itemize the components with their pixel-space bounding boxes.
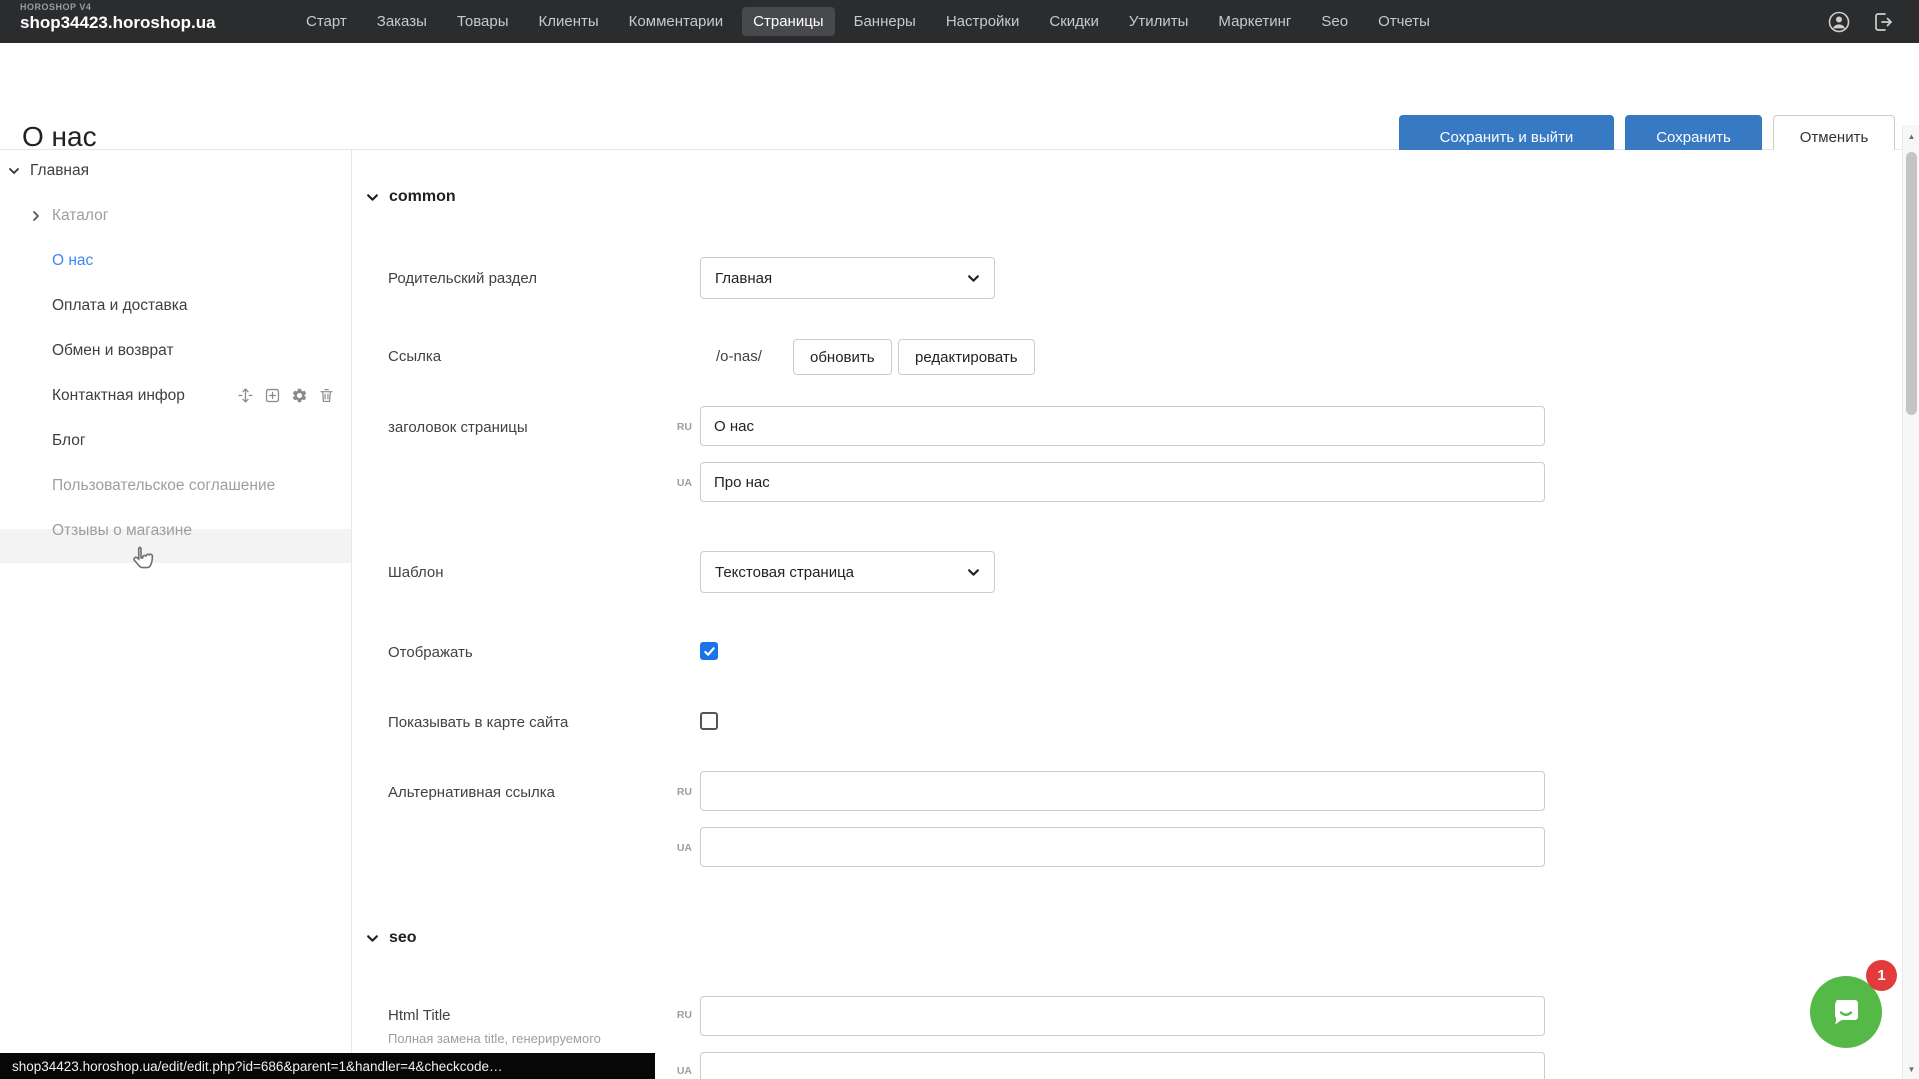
tree-row-actions (237, 387, 335, 404)
lang-badge-ru: RU (666, 421, 692, 433)
lang-badge-ru: RU (666, 1009, 692, 1021)
sidebar-item-kontaktnaya[interactable]: Контактная инфор (52, 381, 185, 411)
logout-icon[interactable] (1871, 10, 1895, 34)
sidebar-item-label: Обмен и возврат (52, 342, 174, 360)
sidebar-item-katalog[interactable]: Каталог (30, 201, 108, 231)
topbar-actions (1827, 0, 1919, 43)
status-url-bar: shop34423.horoshop.ua/edit/edit.php?id=6… (0, 1053, 655, 1079)
sidebar-item-label: Каталог (52, 207, 108, 225)
sidebar-item-label: Главная (30, 162, 89, 180)
user-account-icon[interactable] (1827, 10, 1851, 34)
chevron-down-icon[interactable] (8, 165, 20, 177)
link-value: /o-nas/ (716, 348, 762, 365)
sidebar-item-obmen[interactable]: Обмен и возврат (52, 336, 174, 366)
add-page-icon[interactable] (264, 387, 281, 404)
parent-section-label: Родительский раздел (388, 270, 537, 287)
sidebar-item-blog[interactable]: Блог (52, 426, 86, 456)
lang-badge-ru: RU (666, 786, 692, 798)
delete-trash-icon[interactable] (318, 387, 335, 404)
link-update-button[interactable]: обновить (793, 339, 892, 375)
nav-utilities[interactable]: Утилиты (1118, 7, 1200, 36)
sitemap-checkbox[interactable] (700, 712, 718, 730)
nav-comments[interactable]: Комментарии (618, 7, 734, 36)
chevron-down-icon (366, 191, 379, 204)
template-select[interactable]: Текстовая страница (700, 551, 995, 593)
page-title-ua-input[interactable] (700, 462, 1545, 502)
chevron-down-icon (967, 272, 980, 285)
chevron-down-icon (366, 932, 379, 945)
selected-value: Текстовая страница (715, 564, 854, 581)
sidebar-item-label: Блог (52, 432, 86, 450)
nav-start[interactable]: Старт (295, 7, 358, 36)
top-navigation: Старт Заказы Товары Клиенты Комментарии … (295, 0, 1441, 43)
page-edit-form: common Родительский раздел Главная Ссылк… (352, 150, 1902, 1079)
parent-section-select[interactable]: Главная (700, 257, 995, 299)
alt-link-label: Альтернативная ссылка (388, 784, 555, 801)
section-title: seo (389, 929, 417, 947)
section-common[interactable]: common (366, 188, 456, 206)
link-edit-button[interactable]: редактировать (898, 339, 1035, 375)
link-label: Ссылка (388, 348, 441, 365)
html-title-label: Html Title (388, 1007, 451, 1024)
nav-orders[interactable]: Заказы (366, 7, 438, 36)
sidebar-item-label: Отзывы о магазине (52, 522, 192, 540)
nav-discounts[interactable]: Скидки (1038, 7, 1109, 36)
sidebar-item-label: О нас (52, 252, 93, 270)
brand-version: HOROSHOP V4 (20, 3, 216, 12)
page-title: О нас (22, 121, 97, 153)
lang-badge-ua: UA (666, 477, 692, 489)
display-label: Отображать (388, 644, 473, 661)
nav-banners[interactable]: Баннеры (843, 7, 927, 36)
brand-domain: shop34423.horoshop.ua (20, 14, 216, 31)
app-window: HOROSHOP V4 shop34423.horoshop.ua Старт … (0, 0, 1919, 1079)
display-checkbox[interactable] (700, 642, 718, 660)
scroll-down-arrow-icon[interactable]: ▼ (1903, 1061, 1919, 1077)
nav-seo[interactable]: Seo (1310, 7, 1359, 36)
nav-marketing[interactable]: Маркетинг (1207, 7, 1302, 36)
html-title-ua-input[interactable] (700, 1052, 1545, 1079)
chat-bubble-icon (1826, 992, 1866, 1032)
sidebar-item-o-nas[interactable]: О нас (52, 246, 93, 276)
chat-unread-badge: 1 (1866, 960, 1897, 991)
selected-value: Главная (715, 270, 772, 287)
lang-badge-ua: UA (666, 842, 692, 854)
sidebar-item-label: Контактная инфор (52, 387, 185, 405)
hand-cursor-icon (128, 544, 158, 579)
sidebar-item-oplata[interactable]: Оплата и доставка (52, 291, 188, 321)
nav-pages[interactable]: Страницы (742, 7, 834, 36)
alt-link-ru-input[interactable] (700, 771, 1545, 811)
vertical-scrollbar[interactable]: ▲ ▼ (1902, 125, 1919, 1079)
sidebar-item-label: Оплата и доставка (52, 297, 188, 315)
sidebar-item-otzyvy[interactable]: Отзывы о магазине (52, 516, 192, 546)
chevron-down-icon (967, 566, 980, 579)
nav-settings[interactable]: Настройки (935, 7, 1031, 36)
html-title-ru-input[interactable] (700, 996, 1545, 1036)
chevron-right-icon[interactable] (30, 210, 42, 222)
scroll-up-arrow-icon[interactable]: ▲ (1903, 128, 1919, 144)
status-url-text: shop34423.horoshop.ua/edit/edit.php?id=6… (12, 1059, 503, 1074)
section-seo[interactable]: seo (366, 929, 417, 947)
sidebar-item-label: Пользовательское соглашение (52, 477, 275, 495)
template-label: Шаблон (388, 564, 444, 581)
sidebar-item-polzovatelskoe[interactable]: Пользовательское соглашение (52, 471, 275, 501)
page-title-ru-input[interactable] (700, 406, 1545, 446)
check-icon (703, 645, 716, 658)
sitemap-label: Показывать в карте сайта (388, 714, 568, 731)
brand: HOROSHOP V4 shop34423.horoshop.ua (20, 3, 216, 31)
page-header: О нас Сохранить и выйти Сохранить Отмени… (0, 43, 1919, 150)
sidebar-item-glavnaya[interactable]: Главная (8, 156, 89, 186)
section-title: common (389, 188, 456, 206)
settings-gear-icon[interactable] (291, 387, 308, 404)
nav-products[interactable]: Товары (446, 7, 520, 36)
nav-reports[interactable]: Отчеты (1367, 7, 1441, 36)
pages-tree-sidebar: Главная Каталог О нас Оплата и доставка … (0, 150, 352, 1079)
topbar: HOROSHOP V4 shop34423.horoshop.ua Старт … (0, 0, 1919, 43)
drag-move-icon[interactable] (237, 387, 254, 404)
nav-clients[interactable]: Клиенты (528, 7, 610, 36)
lang-badge-ua: UA (666, 1065, 692, 1077)
alt-link-ua-input[interactable] (700, 827, 1545, 867)
page-title-label: заголовок страницы (388, 419, 528, 436)
html-title-hint: Полная замена title, генерируемого (388, 1031, 601, 1046)
scrollbar-thumb[interactable] (1906, 152, 1917, 415)
